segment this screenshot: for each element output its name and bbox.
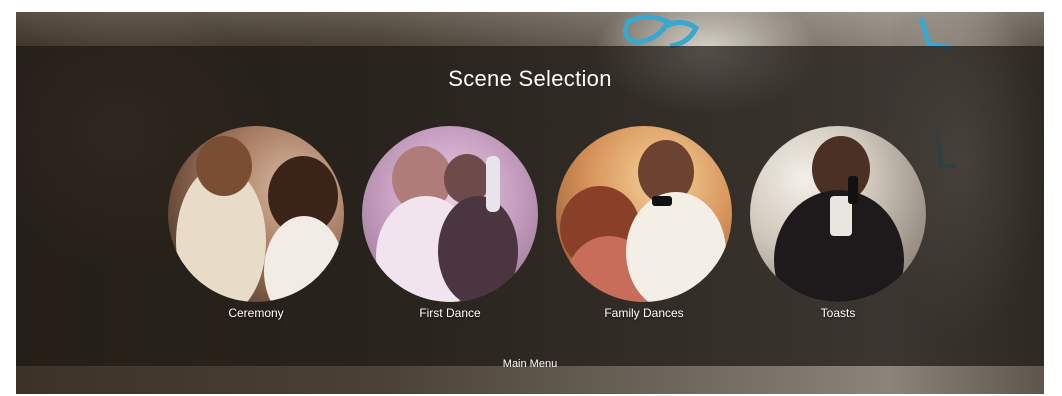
scene-menu-screen: Scene Selection Ceremony First Dance Fam… <box>16 12 1044 394</box>
scene-button-first-dance[interactable]: First Dance <box>362 126 538 326</box>
scene-button-family-dances[interactable]: Family Dances <box>556 126 732 326</box>
scene-label: First Dance <box>419 306 481 320</box>
scene-thumbnail[interactable] <box>362 126 538 302</box>
scene-label: Ceremony <box>228 306 284 320</box>
scene-thumbnail[interactable] <box>168 126 344 302</box>
scene-label: Toasts <box>820 306 856 320</box>
scene-thumbnail[interactable] <box>750 126 926 302</box>
page-title: Scene Selection <box>448 66 612 91</box>
scene-thumbnail[interactable] <box>556 126 732 302</box>
scene-button-toasts[interactable]: Toasts <box>750 126 926 326</box>
scene-label: Family Dances <box>604 306 684 320</box>
main-menu-button[interactable]: Main Menu <box>16 358 1044 370</box>
scene-button-ceremony[interactable]: Ceremony <box>168 126 344 326</box>
